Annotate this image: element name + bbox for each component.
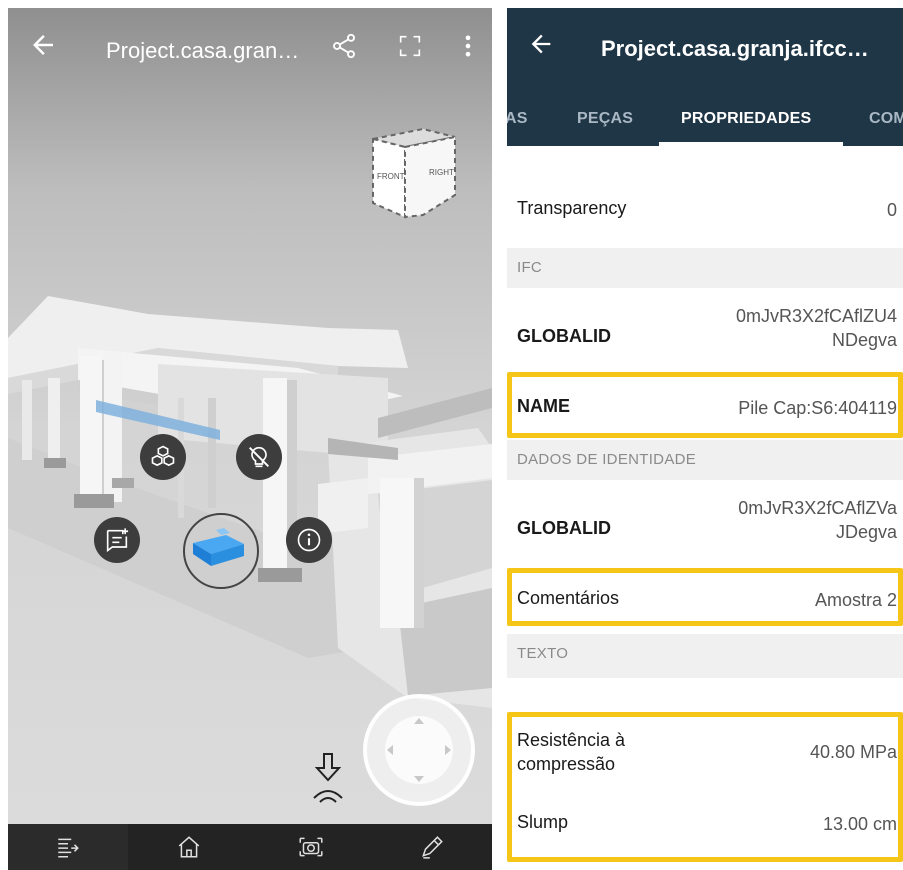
section-title: TEXTO: [517, 645, 569, 662]
info-icon: [297, 528, 321, 552]
property-value: 0mJvR3X2fCAflZVa JDegva: [738, 496, 897, 544]
tree-list-icon: [58, 838, 79, 858]
isolate-button[interactable]: [140, 434, 186, 480]
value-line-1: 0mJvR3X2fCAflZU4: [735, 306, 897, 326]
property-value: 0mJvR3X2fCAflZU4 NDegva: [736, 304, 897, 352]
value-line-1: 0mJvR3X2fCAflZVa: [738, 498, 897, 518]
view-cube[interactable]: FRONT RIGHT: [363, 121, 463, 221]
section-title: IFC: [517, 259, 543, 276]
value-line-2: JDegva: [835, 522, 897, 542]
back-arrow-icon[interactable]: [28, 30, 58, 60]
more-vert-icon[interactable]: [454, 32, 482, 60]
highlight-name: [507, 372, 903, 438]
hide-icon: [249, 446, 269, 468]
property-value: 0: [886, 200, 897, 220]
property-key: GLOBALID: [517, 326, 611, 346]
property-key: Transparency: [517, 198, 627, 218]
tab-as[interactable]: AS: [507, 110, 528, 128]
tab-pecas[interactable]: PEÇAS: [577, 110, 633, 128]
share-icon[interactable]: [330, 32, 358, 60]
viewer-title: Project.casa.gran…: [106, 38, 300, 63]
screenshot-button[interactable]: [250, 824, 372, 870]
section-header-texto: TEXTO: [507, 634, 903, 678]
add-comment-button[interactable]: [94, 517, 140, 563]
hide-element-button[interactable]: [236, 434, 282, 480]
panel-header: Project.casa.granja.ifcc… AS PEÇAS PROPR…: [507, 8, 903, 146]
viewer-header: Project.casa.gran…: [8, 8, 492, 88]
section-header-dados-de-identidade: DADOS DE IDENTIDADE: [507, 440, 903, 480]
fullscreen-icon[interactable]: [396, 32, 424, 60]
tab-com[interactable]: COM: [869, 110, 903, 128]
pencil-icon: [422, 836, 443, 859]
back-arrow-icon[interactable]: [527, 30, 555, 58]
section-title: DADOS DE IDENTIDADE: [517, 451, 697, 468]
cube-front-label: FRONT: [377, 172, 405, 181]
home-icon: [178, 836, 200, 858]
section-header-ifc: IFC: [507, 248, 903, 288]
panel-tabs: AS PEÇAS PROPRIEDADES COM: [507, 98, 903, 146]
value-line-2: NDegva: [831, 330, 897, 350]
property-key: GLOBALID: [517, 518, 611, 538]
isolate-icon: [151, 445, 175, 467]
markup-button[interactable]: [372, 824, 492, 870]
viewer-bottom-bar: [8, 824, 492, 870]
highlight-comentarios: [507, 568, 903, 626]
tab-propriedades[interactable]: PROPRIEDADES: [681, 110, 811, 128]
model-viewer[interactable]: Project.casa.gran… FRONT RIGHT: [8, 8, 492, 870]
home-view-button[interactable]: [128, 824, 250, 870]
panel-title: Project.casa.granja.ifcc…: [601, 36, 869, 61]
cube-right-label: RIGHT: [429, 168, 454, 177]
drop-to-floor-icon[interactable]: [310, 752, 346, 804]
selected-element-ring[interactable]: [183, 513, 259, 589]
navigation-joystick[interactable]: [363, 694, 475, 806]
tree-list-button[interactable]: [8, 824, 128, 870]
highlight-concrete-properties: [507, 712, 903, 862]
property-row-globalid[interactable]: GLOBALID 0mJvR3X2fCAflZVa JDegva: [507, 480, 903, 566]
property-row-globalid[interactable]: GLOBALID 0mJvR3X2fCAflZU4 NDegva: [507, 288, 903, 374]
comment-icon: [106, 528, 129, 553]
info-button[interactable]: [286, 517, 332, 563]
properties-panel: Project.casa.granja.ifcc… AS PEÇAS PROPR…: [507, 8, 903, 870]
camera-icon: [299, 837, 323, 857]
joystick-arrows-icon: [387, 718, 451, 782]
property-row-transparency[interactable]: Transparency 0: [507, 146, 903, 248]
